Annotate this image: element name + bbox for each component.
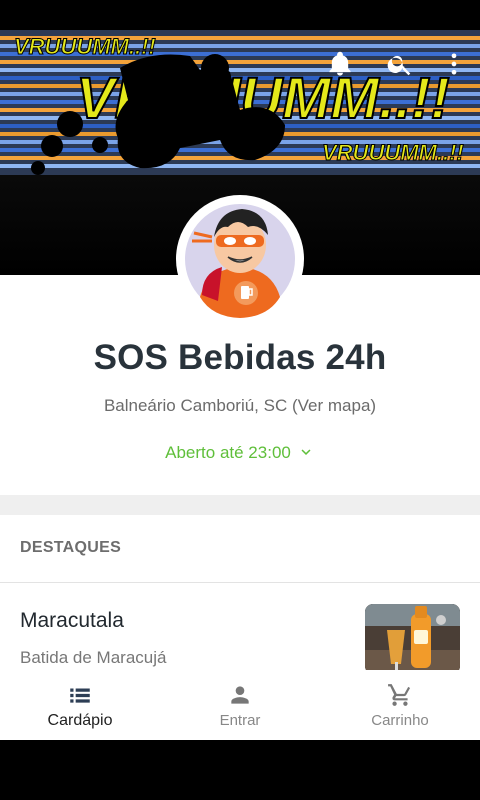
product-image (365, 604, 460, 670)
highlights-title: DESTAQUES (20, 539, 122, 556)
system-nav-bar (0, 740, 480, 800)
nav-label: Carrinho (371, 712, 429, 729)
banner-text-right: VRUUUMM..!! (322, 140, 464, 165)
product-description: Batida de Maracujá (20, 648, 167, 667)
bottom-navigation: Cardápio Entrar Carrinho (0, 670, 480, 740)
nav-label: Entrar (219, 712, 261, 729)
status-bar (0, 0, 480, 30)
store-location-link[interactable]: Balneário Camboriú, SC (Ver mapa) (0, 396, 480, 416)
product-name: Maracutala (20, 609, 124, 632)
nav-entrar[interactable]: Entrar (160, 670, 320, 740)
nav-label: Cardápio (47, 712, 113, 729)
store-hours-label: Aberto até 23:00 (165, 443, 291, 462)
store-content: SOS Bebidas 24h Balneário Camboriú, SC (… (0, 275, 480, 670)
person-icon (227, 682, 253, 708)
store-avatar (178, 197, 302, 321)
banner-text-small: VRUUUMM..!! (14, 34, 156, 59)
product-item[interactable]: Maracutala Batida de Maracujá (0, 583, 480, 670)
cart-icon (387, 682, 413, 708)
nav-carrinho[interactable]: Carrinho (320, 670, 480, 740)
search-icon[interactable] (386, 50, 414, 78)
chevron-down-icon (297, 443, 315, 461)
more-vert-icon[interactable] (440, 50, 468, 78)
store-hours-toggle[interactable]: Aberto até 23:00 (0, 443, 480, 463)
section-gap (0, 495, 480, 515)
nav-cardapio[interactable]: Cardápio (0, 670, 160, 740)
bell-icon[interactable] (326, 50, 354, 78)
store-name: SOS Bebidas 24h (93, 338, 387, 377)
menu-list-icon (67, 682, 93, 708)
